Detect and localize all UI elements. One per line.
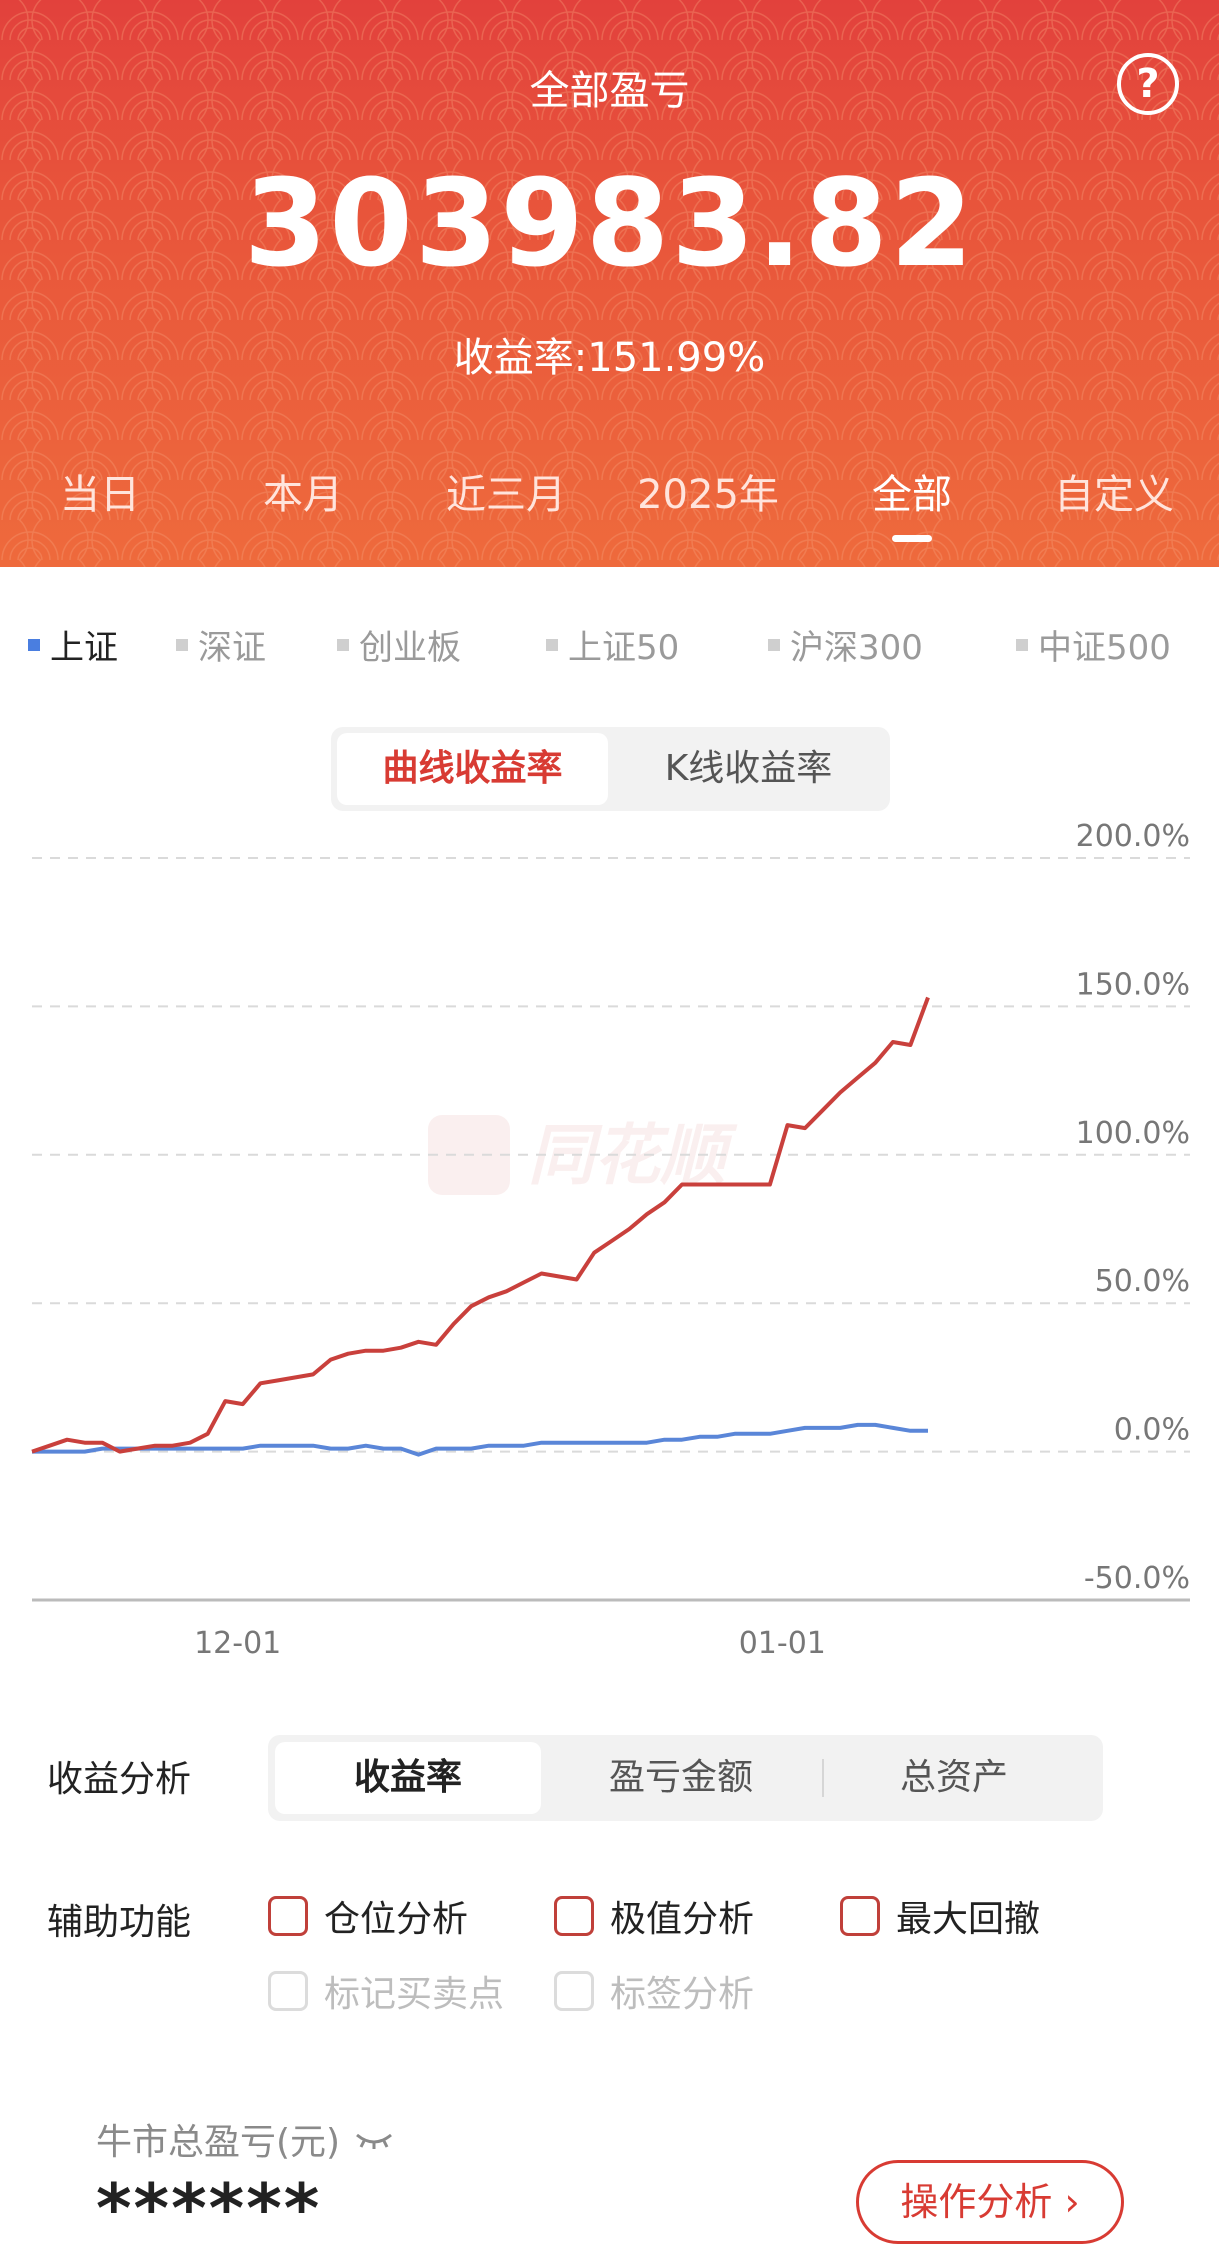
tab-year-2025[interactable]: 2025年 — [637, 462, 779, 520]
bull-label-text: 牛市总盈亏(元) — [96, 2122, 341, 2163]
y-tick-label: 50.0% — [1095, 1264, 1190, 1299]
total-assets-option[interactable]: 总资产 — [821, 1742, 1087, 1814]
return-rate-text: 收益率:151.99% — [453, 335, 766, 381]
position-analysis-checkbox[interactable]: 仓位分析 — [268, 1890, 468, 1942]
index-label: 上证 — [50, 628, 118, 668]
tab-custom[interactable]: 自定义 — [1054, 462, 1174, 520]
checkbox-label: 标签分析 — [610, 1974, 755, 2015]
checkbox-label: 标记买卖点 — [324, 1974, 505, 2015]
index-item-chinext[interactable]: 创业板 — [337, 620, 461, 669]
checkbox-icon — [268, 1896, 308, 1936]
checkbox-icon — [840, 1896, 880, 1936]
active-tab-indicator — [892, 535, 932, 542]
y-tick-label: 150.0% — [1076, 967, 1190, 1002]
tag-analysis-checkbox: 标签分析 — [554, 1965, 754, 2017]
page-title: 全部盈亏 — [529, 68, 690, 114]
help-icon[interactable]: ? — [1117, 53, 1179, 115]
checkbox-icon — [268, 1971, 308, 2011]
checkbox-label: 仓位分析 — [324, 1899, 469, 1940]
y-tick-label: 0.0% — [1114, 1413, 1190, 1448]
legend-square-icon — [337, 638, 349, 651]
index-label: 上证50 — [568, 628, 680, 668]
header: 全部盈亏 ? 303983.82 收益率:151.99% 当日 本月 近三月 2… — [0, 0, 1219, 567]
index-item-csi500[interactable]: 中证500 — [1016, 620, 1171, 669]
checkbox-label: 极值分析 — [610, 1899, 755, 1940]
eye-closed-icon[interactable] — [354, 2129, 394, 2149]
checkbox-label: 最大回撤 — [896, 1899, 1041, 1940]
total-profit-value: 303983.82 — [243, 155, 976, 294]
aux-functions-label: 辅助功能 — [47, 1902, 192, 1943]
index-label: 沪深300 — [790, 628, 923, 668]
tab-this-month[interactable]: 本月 — [263, 462, 343, 520]
index-selector: 上证 深证 创业板 上证50 沪深300 中证500 — [0, 620, 1219, 670]
legend-square-icon — [1016, 638, 1028, 651]
curve-return-button[interactable]: 曲线收益率 — [337, 733, 608, 805]
operation-analysis-button[interactable]: 操作分析 › — [856, 2160, 1124, 2244]
kline-return-button[interactable]: K线收益率 — [613, 733, 884, 805]
profit-amount-option[interactable]: 盈亏金额 — [548, 1742, 814, 1814]
mark-trades-checkbox: 标记买卖点 — [268, 1965, 504, 2017]
return-rate-option[interactable]: 收益率 — [275, 1742, 541, 1814]
index-label: 中证500 — [1038, 628, 1171, 668]
index-item-csi300[interactable]: 沪深300 — [768, 620, 923, 669]
checkbox-icon — [554, 1896, 594, 1936]
period-tabs: 当日 本月 近三月 2025年 全部 自定义 — [0, 462, 1219, 542]
analysis-toggle: 收益率 盈亏金额 总资产 — [268, 1735, 1103, 1821]
index-label: 深证 — [198, 628, 266, 668]
legend-square-icon — [176, 638, 188, 651]
tab-all[interactable]: 全部 — [872, 462, 952, 520]
legend-square-icon — [28, 638, 40, 651]
legend-square-icon — [768, 638, 780, 651]
index-item-sse50[interactable]: 上证50 — [546, 620, 679, 669]
portfolio-return-line — [31, 996, 930, 1454]
x-tick-label: 01-01 — [739, 1626, 826, 1661]
index-item-szse[interactable]: 深证 — [176, 620, 266, 669]
bull-market-profit-label: 牛市总盈亏(元) — [96, 2113, 394, 2165]
index-label: 创业板 — [359, 628, 461, 668]
legend-square-icon — [546, 638, 558, 651]
y-tick-label: -50.0% — [1084, 1561, 1190, 1596]
return-chart[interactable]: 200.0% 150.0% 100.0% 50.0% 0.0% -50.0% 12-01 0… — [0, 800, 1219, 1670]
return-analysis-label: 收益分析 — [47, 1759, 192, 1800]
tab-today[interactable]: 当日 — [60, 462, 140, 520]
y-tick-label: 200.0% — [1076, 819, 1190, 854]
index-item-sse[interactable]: 上证 — [28, 620, 118, 669]
hidden-profit-value: ****** — [96, 2170, 322, 2249]
index-return-line — [32, 1422, 928, 1457]
max-drawdown-checkbox[interactable]: 最大回撤 — [840, 1890, 1040, 1942]
checkbox-icon — [554, 1971, 594, 2011]
tab-three-months[interactable]: 近三月 — [446, 462, 566, 520]
extreme-analysis-checkbox[interactable]: 极值分析 — [554, 1890, 754, 1942]
x-tick-label: 12-01 — [194, 1626, 281, 1661]
y-tick-label: 100.0% — [1076, 1116, 1190, 1151]
chart-mode-toggle: 曲线收益率 K线收益率 — [331, 727, 890, 811]
